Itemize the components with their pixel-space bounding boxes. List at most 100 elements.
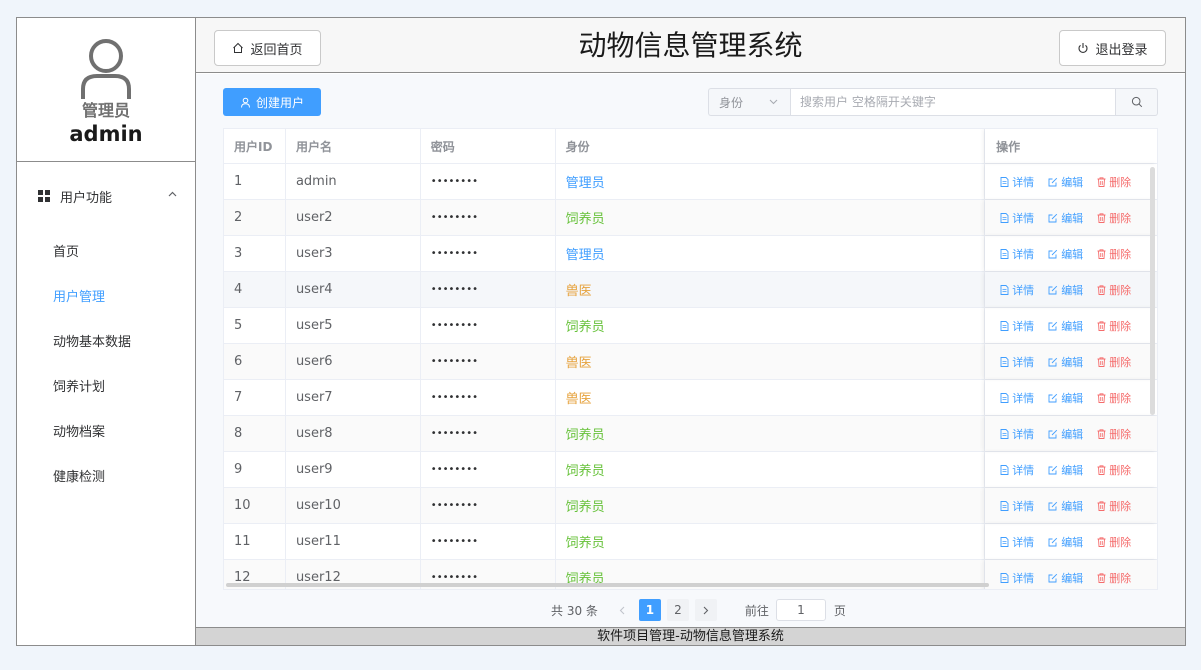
edit-button[interactable]: 编辑 (1048, 210, 1083, 226)
edit-button[interactable]: 编辑 (1048, 354, 1083, 370)
detail-button[interactable]: 详情 (1000, 498, 1034, 514)
document-icon (1000, 248, 1009, 259)
delete-button[interactable]: 删除 (1097, 426, 1131, 442)
cell-role: 饲养员 (556, 452, 986, 487)
header-password[interactable]: 密码 (421, 129, 556, 163)
sidebar-item-feeding-plan[interactable]: 饲养计划 (17, 365, 195, 410)
detail-label: 详情 (1012, 355, 1035, 369)
table-row[interactable]: 10 user10 •••••••• 饲养员 详情 编辑 删除 (224, 488, 1157, 524)
delete-label: 删除 (1109, 427, 1132, 441)
next-page-button[interactable] (694, 599, 717, 621)
edit-button[interactable]: 编辑 (1048, 534, 1083, 550)
edit-button[interactable]: 编辑 (1048, 498, 1083, 514)
delete-button[interactable]: 删除 (1097, 174, 1131, 190)
cell-operations: 详情 编辑 删除 (985, 164, 1157, 199)
delete-button[interactable]: 删除 (1097, 246, 1131, 262)
sidebar-item-user-management[interactable]: 用户管理 (17, 275, 195, 320)
edit-button[interactable]: 编辑 (1048, 390, 1083, 406)
table-row[interactable]: 6 user6 •••••••• 兽医 详情 编辑 删除 (224, 344, 1157, 380)
table-row[interactable]: 11 user11 •••••••• 饲养员 详情 编辑 删除 (224, 524, 1157, 560)
search-input[interactable] (790, 88, 1116, 116)
detail-button[interactable]: 详情 (1000, 282, 1034, 298)
header-username[interactable]: 用户名 (286, 129, 421, 163)
delete-button[interactable]: 删除 (1097, 498, 1131, 514)
role-filter-select[interactable]: 身份 (708, 88, 790, 116)
document-icon (1000, 284, 1009, 295)
content-area: 创建用户 身份 用户ID 用户名 密码 身份 操作 (196, 74, 1185, 627)
edit-button[interactable]: 编辑 (1048, 570, 1083, 586)
detail-button[interactable]: 详情 (1000, 426, 1034, 442)
delete-button[interactable]: 删除 (1097, 282, 1131, 298)
edit-label: 编辑 (1061, 319, 1084, 333)
detail-button[interactable]: 详情 (1000, 318, 1034, 334)
edit-button[interactable]: 编辑 (1048, 318, 1083, 334)
page-button-1[interactable]: 1 (638, 599, 661, 621)
delete-button[interactable]: 删除 (1097, 534, 1131, 550)
table-row[interactable]: 1 admin •••••••• 管理员 详情 编辑 删除 (224, 164, 1157, 200)
edit-button[interactable]: 编辑 (1048, 246, 1083, 262)
menu-group-user-functions[interactable]: 用户功能 (17, 162, 195, 230)
detail-button[interactable]: 详情 (1000, 246, 1034, 262)
trash-icon (1097, 428, 1106, 439)
cell-password: •••••••• (421, 452, 556, 487)
table-header-row: 用户ID 用户名 密码 身份 操作 (224, 129, 1157, 164)
header-user-id[interactable]: 用户ID (224, 129, 286, 163)
table-row[interactable]: 7 user7 •••••••• 兽医 详情 编辑 删除 (224, 380, 1157, 416)
create-user-button[interactable]: 创建用户 (223, 88, 321, 116)
sidebar-item-home[interactable]: 首页 (17, 230, 195, 275)
delete-button[interactable]: 删除 (1097, 570, 1131, 586)
user-icon (240, 97, 250, 108)
sidebar-item-animal-basic-data[interactable]: 动物基本数据 (17, 320, 195, 365)
edit-button[interactable]: 编辑 (1048, 282, 1083, 298)
header-role[interactable]: 身份 (556, 129, 986, 163)
page-button-2[interactable]: 2 (666, 599, 689, 621)
delete-button[interactable]: 删除 (1097, 462, 1131, 478)
detail-label: 详情 (1012, 319, 1035, 333)
detail-button[interactable]: 详情 (1000, 354, 1034, 370)
detail-label: 详情 (1012, 571, 1035, 585)
edit-button[interactable]: 编辑 (1048, 426, 1083, 442)
delete-button[interactable]: 删除 (1097, 390, 1131, 406)
table-row[interactable]: 8 user8 •••••••• 饲养员 详情 编辑 删除 (224, 416, 1157, 452)
edit-icon (1048, 321, 1058, 330)
cell-user-id: 5 (224, 308, 286, 343)
edit-button[interactable]: 编辑 (1048, 174, 1083, 190)
vertical-scrollbar[interactable] (1150, 167, 1155, 415)
sidebar-item-animal-archive[interactable]: 动物档案 (17, 410, 195, 455)
edit-icon (1048, 285, 1058, 294)
detail-label: 详情 (1012, 391, 1035, 405)
detail-button[interactable]: 详情 (1000, 174, 1034, 190)
goto-page-input[interactable] (775, 599, 826, 621)
delete-button[interactable]: 删除 (1097, 354, 1131, 370)
cell-operations: 详情 编辑 删除 (985, 272, 1157, 307)
edit-label: 编辑 (1061, 535, 1084, 549)
horizontal-scrollbar[interactable] (226, 583, 989, 587)
search-button[interactable] (1116, 88, 1158, 116)
detail-button[interactable]: 详情 (1000, 210, 1034, 226)
detail-button[interactable]: 详情 (1000, 390, 1034, 406)
table-row[interactable]: 5 user5 •••••••• 饲养员 详情 编辑 删除 (224, 308, 1157, 344)
table-row[interactable]: 9 user9 •••••••• 饲养员 详情 编辑 删除 (224, 452, 1157, 488)
delete-label: 删除 (1109, 463, 1132, 477)
document-icon (1000, 428, 1009, 439)
cell-username: user5 (286, 308, 421, 343)
edit-button[interactable]: 编辑 (1048, 462, 1083, 478)
detail-button[interactable]: 详情 (1000, 534, 1034, 550)
table-row[interactable]: 2 user2 •••••••• 饲养员 详情 编辑 删除 (224, 200, 1157, 236)
detail-button[interactable]: 详情 (1000, 462, 1034, 478)
cell-operations: 详情 编辑 删除 (985, 236, 1157, 271)
logout-button[interactable]: 退出登录 (1059, 30, 1166, 66)
cell-user-id: 8 (224, 416, 286, 451)
trash-icon (1097, 392, 1106, 403)
sidebar-item-health-check[interactable]: 健康检测 (17, 455, 195, 500)
sidebar: 管理员 admin 用户功能 首页 用户管理 动物基本数据 饲养计划 动物档案 … (17, 18, 196, 645)
document-icon (1000, 176, 1009, 187)
delete-button[interactable]: 删除 (1097, 210, 1131, 226)
back-home-button[interactable]: 返回首页 (214, 30, 321, 66)
cell-password: •••••••• (421, 416, 556, 451)
table-row[interactable]: 3 user3 •••••••• 管理员 详情 编辑 删除 (224, 236, 1157, 272)
delete-button[interactable]: 删除 (1097, 318, 1131, 334)
detail-button[interactable]: 详情 (1000, 570, 1034, 586)
table-row[interactable]: 4 user4 •••••••• 兽医 详情 编辑 删除 (224, 272, 1157, 308)
prev-page-button[interactable] (611, 599, 633, 621)
